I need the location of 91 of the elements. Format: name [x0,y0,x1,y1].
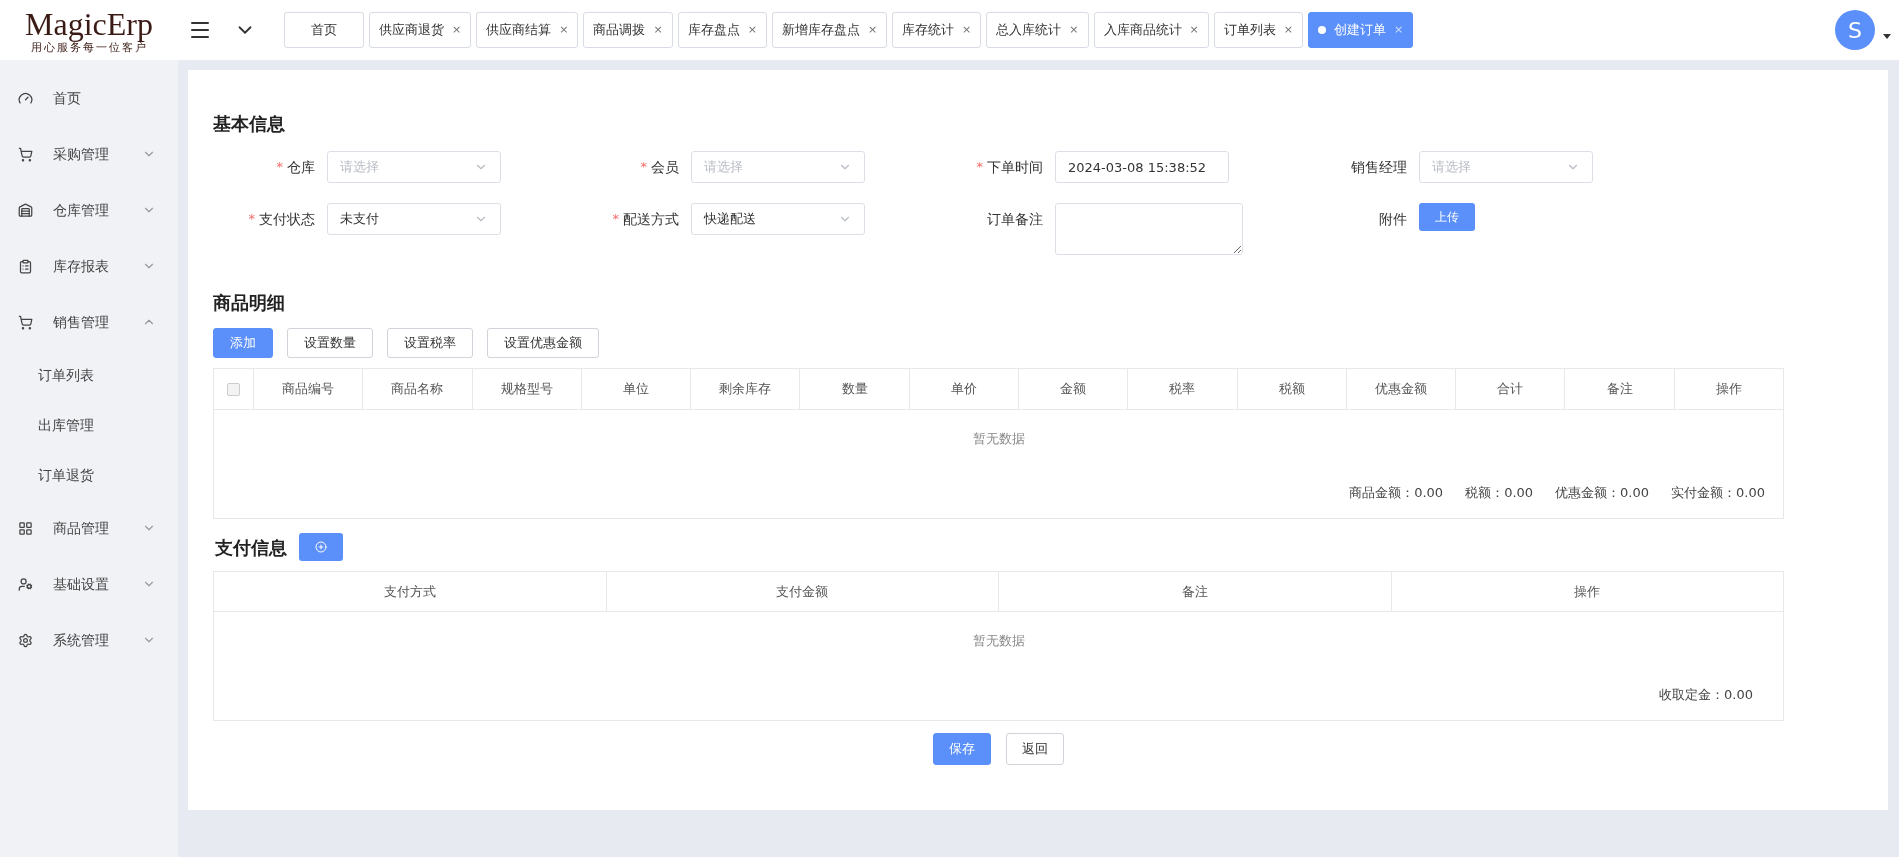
default-button[interactable]: 返回 [1006,733,1064,765]
tab[interactable]: 首页 [284,12,364,48]
tab[interactable]: 入库商品统计 × [1093,12,1209,48]
sidebar-item[interactable]: 仓库管理 [0,182,178,238]
default-button[interactable]: 设置数量 [287,328,373,358]
select-field[interactable]: 快递配送 [691,203,865,235]
column-header: 税额 [1237,369,1347,409]
tab[interactable]: 供应商退货 × [369,12,472,48]
tab[interactable]: 新增库存盘点 × [771,12,888,48]
close-icon[interactable]: × [452,21,462,39]
logo-text: MagicErp [25,7,153,40]
close-icon[interactable]: × [559,21,569,39]
tab[interactable]: 总入库统计 × [986,12,1089,48]
summary-text: 实付金额：0.00 [1671,484,1765,503]
sidebar-subitem[interactable]: 订单退货 [0,450,178,500]
empty-text: 暂无数据 [972,430,1025,449]
house-icon [18,202,33,218]
tab[interactable]: 商品调拨 × [583,12,673,48]
required-mark: * [612,210,619,229]
tab[interactable]: 订单列表 × [1213,12,1303,48]
sidebar-item[interactable]: 采购管理 [0,126,178,182]
sidebar-item[interactable]: 库存报表 [0,238,178,294]
plus-circle-icon [315,541,327,553]
checkbox[interactable] [227,382,240,396]
field-label: 订单备注 [987,209,1043,229]
cart-icon [18,314,33,330]
select-field[interactable]: 未支付 [327,203,501,235]
field-label: 下单时间 [987,157,1043,177]
caret-down-icon[interactable] [1883,33,1891,39]
column-header: 支付方式 [214,572,607,611]
section-title: 基本信息 [213,112,286,136]
grid-icon [18,520,33,536]
column-header: 合计 [1456,369,1566,409]
clipboard-icon [18,258,33,274]
summary-text: 收取定金：0.00 [1659,686,1753,705]
sidebar-item[interactable]: 商品管理 [0,500,178,556]
tab[interactable]: 供应商结算 × [476,12,579,48]
close-icon[interactable]: × [747,21,757,39]
column-header: 支付金额 [606,572,999,611]
gauge-icon [18,90,33,106]
user-gear-icon [18,576,33,592]
sidebar-subitem[interactable]: 出库管理 [0,400,178,450]
field-label: 支付状态 [259,209,315,229]
column-header: 税率 [1128,369,1238,409]
column-header: 剩余库存 [691,369,801,409]
column-header: 商品名称 [363,369,473,409]
required-mark: * [976,158,983,177]
close-icon[interactable]: × [653,21,663,39]
field-label: 会员 [651,157,679,177]
sidebar-item[interactable]: 基础设置 [0,556,178,612]
section-title: 商品明细 [213,291,286,315]
close-icon[interactable]: × [867,21,878,39]
column-header: 数量 [800,369,910,409]
field-label: 配送方式 [623,209,679,229]
column-header: 单价 [909,369,1019,409]
column-header: 备注 [1565,369,1675,409]
summary-text: 优惠金额：0.00 [1555,484,1650,503]
field-label: 销售经理 [1351,157,1407,177]
close-icon[interactable]: × [1069,21,1079,39]
tab[interactable]: 库存统计 × [892,12,982,48]
column-header: 操作 [1573,582,1602,601]
column-header: 优惠金额 [1346,369,1457,409]
default-button[interactable]: 设置税率 [387,328,473,358]
close-icon[interactable]: × [962,21,972,39]
cart-icon [18,146,33,162]
sidebar-item[interactable]: 系统管理 [0,612,178,668]
field-label: 仓库 [287,157,315,177]
column-header: 金额 [1018,369,1129,409]
tab[interactable]: 库存盘点 × [677,12,767,48]
empty-text: 暂无数据 [972,632,1025,651]
section-title: 支付信息 [215,535,287,560]
column-header: 备注 [999,572,1392,611]
sidebar-subitem[interactable]: 订单列表 [0,350,178,400]
required-mark: * [276,158,283,177]
required-mark: * [640,158,647,177]
gear-icon [18,632,33,648]
column-header: 商品编号 [254,369,364,409]
summary-text: 税额：0.00 [1465,484,1534,503]
textarea-field[interactable] [1055,203,1243,255]
field-label: 附件 [1379,209,1407,229]
close-icon[interactable]: × [1189,21,1199,39]
column-header: 操作 [1714,380,1743,399]
sidebar-item[interactable]: 销售管理 [0,294,178,350]
input-field[interactable]: 2024-03-08 15:38:52 [1055,151,1229,183]
sidebar-item[interactable]: 首页 [0,70,178,126]
default-button[interactable]: 设置优惠金额 [487,328,599,358]
column-header: 规格型号 [472,369,582,409]
close-icon[interactable]: × [1283,21,1293,39]
required-mark: * [248,210,255,229]
summary-text: 商品金额：0.00 [1349,484,1444,503]
column-header: 单位 [581,369,692,409]
